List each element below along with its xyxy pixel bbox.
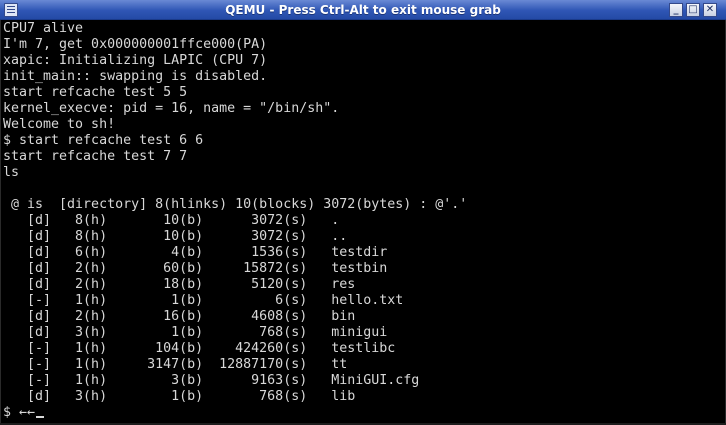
title-bar[interactable]: QEMU - Press Ctrl-Alt to exit mouse grab… [0, 0, 726, 20]
maximize-button[interactable]: □ [686, 3, 700, 17]
terminal-line: [d] 2(h) 18(b) 5120(s) res [3, 277, 356, 292]
window-title: QEMU - Press Ctrl-Alt to exit mouse grab [225, 3, 501, 17]
terminal-screen[interactable]: CPU7 alive I'm 7, get 0x000000001ffce000… [0, 20, 726, 425]
terminal-line: [d] 2(h) 16(b) 4608(s) bin [3, 309, 356, 324]
terminal-line: ls [3, 165, 20, 180]
terminal-line: @ is [directory] 8(hlinks) 10(blocks) 30… [3, 197, 468, 212]
terminal-line: [d] 2(h) 60(b) 15872(s) testbin [3, 261, 388, 276]
terminal-line: [d] 3(h) 1(b) 768(s) lib [3, 389, 356, 404]
terminal-line: [d] 6(h) 4(b) 1536(s) testdir [3, 245, 388, 260]
minimize-button[interactable]: _ [669, 3, 683, 17]
terminal-line: [d] 8(h) 10(b) 3072(s) . [3, 213, 340, 228]
terminal-line: [-] 1(h) 3147(b) 12887170(s) tt [3, 357, 348, 372]
terminal-line: Welcome to sh! [3, 117, 116, 132]
terminal-line: xapic: Initializing LAPIC (CPU 7) [3, 53, 268, 68]
terminal-line: [d] 3(h) 1(b) 768(s) minigui [3, 325, 388, 340]
terminal-line: start refcache test 7 7 [3, 149, 188, 164]
terminal-line: start refcache test 5 5 [3, 85, 188, 100]
close-button[interactable]: ✕ [703, 3, 717, 17]
prompt-line[interactable]: $ ←← [3, 405, 45, 421]
terminal-line: [-] 1(h) 1(b) 6(s) hello.txt [3, 293, 404, 308]
terminal-line: init_main:: swapping is disabled. [3, 69, 268, 84]
terminal-line: [d] 8(h) 10(b) 3072(s) .. [3, 229, 348, 244]
prompt-text: $ ←← [3, 405, 36, 420]
text-cursor [36, 416, 45, 418]
terminal-line: [-] 1(h) 3(b) 9163(s) MiniGUI.cfg [3, 373, 420, 388]
qemu-window: QEMU - Press Ctrl-Alt to exit mouse grab… [0, 0, 726, 425]
terminal-line: [-] 1(h) 104(b) 424260(s) testlibc [3, 341, 396, 356]
terminal-line: I'm 7, get 0x000000001ffce000(PA) [3, 37, 268, 52]
terminal-line: kernel_execve: pid = 16, name = "/bin/sh… [3, 101, 340, 116]
terminal-line: $ start refcache test 6 6 [3, 133, 204, 148]
terminal-line: CPU7 alive [3, 21, 84, 36]
